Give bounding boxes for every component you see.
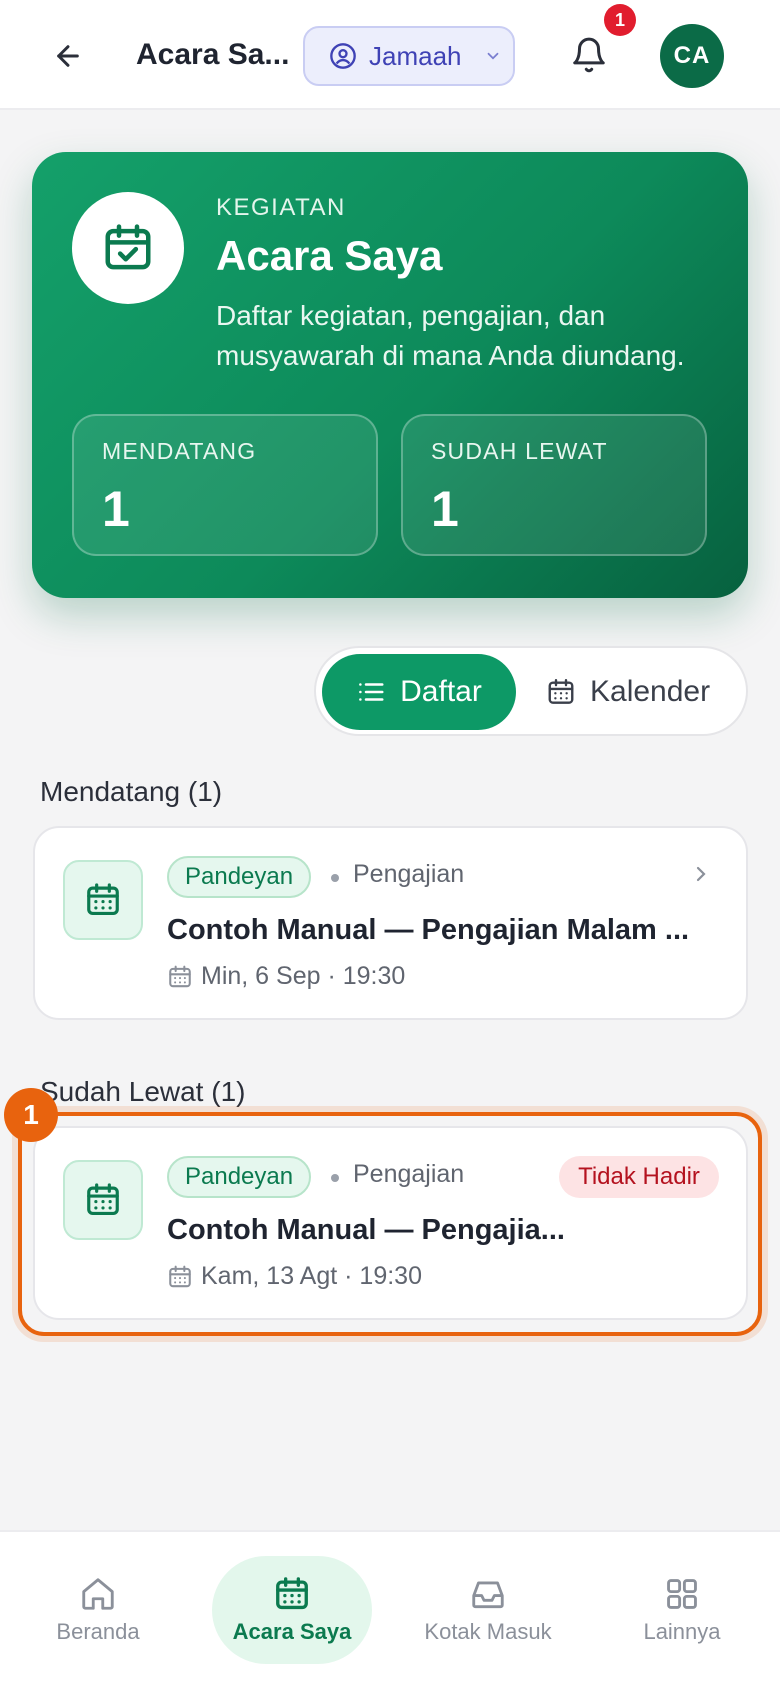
event-datetime-row: Min, 6 Sep · 19:30	[167, 962, 405, 991]
nav-item-inbox[interactable]: Kotak Masuk	[408, 1556, 568, 1664]
chevron-right-icon	[689, 862, 713, 891]
event-datetime: Min, 6 Sep · 19:30	[201, 962, 406, 990]
bell-icon	[573, 37, 605, 73]
chevron-down-icon	[487, 52, 498, 60]
hero-icon-circle	[72, 192, 184, 304]
event-type: Pengajian	[353, 860, 465, 888]
home-icon	[82, 1578, 114, 1610]
avatar[interactable]: CA	[660, 24, 724, 88]
section-title-upcoming: Mendatang (1)	[40, 776, 223, 807]
list-view-label: Daftar	[400, 675, 482, 708]
calendar-check-icon	[105, 224, 151, 270]
stat-label: SUDAH LEWAT	[431, 438, 608, 464]
calendar-small-icon	[169, 965, 191, 987]
top-bar: Acara Sa... Jamaah 1 CA	[0, 0, 780, 110]
hero-description: Daftar kegiatan, pengajian, dan musyawar…	[216, 300, 685, 371]
events-hero-card: KEGIATAN Acara Saya Daftar kegiatan, pen…	[32, 152, 748, 598]
role-label: Jamaah	[369, 40, 462, 71]
nav-item-my-events[interactable]: Acara Saya	[212, 1556, 372, 1664]
role-selector[interactable]: Jamaah	[303, 26, 515, 86]
stat-label: MENDATANG	[102, 438, 257, 464]
event-icon-box	[63, 860, 143, 940]
nav-label: Beranda	[56, 1619, 140, 1644]
nav-label: Acara Saya	[232, 1619, 352, 1644]
arrow-left-icon	[57, 45, 79, 67]
event-card-upcoming[interactable]: Pandeyan Pengajian Contoh Manual — Penga…	[33, 826, 748, 1020]
list-icon	[359, 683, 384, 701]
bottom-navigation: Beranda Acara Saya Kotak Masuk Lainnya	[0, 1530, 780, 1688]
notifications-button[interactable]	[564, 30, 614, 80]
grid-icon	[667, 1579, 697, 1609]
tutorial-step-badge: 1	[4, 1088, 58, 1142]
calendar-icon	[276, 1577, 308, 1610]
user-circle-icon	[330, 43, 356, 69]
section-title-past: Sudah Lewat (1)	[40, 1076, 246, 1107]
view-toggle: Daftar Kalender	[314, 646, 748, 736]
group-chip: Pandeyan	[167, 856, 312, 898]
separator-dot	[331, 874, 339, 882]
nav-label: Lainnya	[643, 1619, 721, 1644]
stat-value: 1	[102, 481, 130, 537]
calendar-view-button[interactable]: Kalender	[546, 654, 742, 730]
back-button[interactable]	[44, 32, 92, 80]
nav-item-more[interactable]: Lainnya	[602, 1556, 762, 1664]
calendar-icon	[548, 678, 574, 704]
stat-value: 1	[431, 481, 459, 537]
calendar-icon	[87, 883, 119, 916]
nav-label: Kotak Masuk	[424, 1619, 552, 1644]
tutorial-highlight-frame	[18, 1112, 762, 1336]
event-title: Contoh Manual — Pengajian Malam ...	[167, 914, 690, 946]
page-title: Acara Sa...	[136, 38, 290, 71]
stat-upcoming: MENDATANG 1	[72, 414, 378, 556]
notification-badge: 1	[604, 4, 636, 36]
stat-past: SUDAH LEWAT 1	[401, 414, 707, 556]
hero-kicker: KEGIATAN	[216, 194, 346, 221]
list-view-button[interactable]: Daftar	[322, 654, 516, 730]
hero-title: Acara Saya	[216, 232, 443, 279]
nav-item-home[interactable]: Beranda	[18, 1556, 178, 1664]
calendar-view-label: Kalender	[590, 675, 711, 708]
inbox-icon	[472, 1581, 504, 1609]
